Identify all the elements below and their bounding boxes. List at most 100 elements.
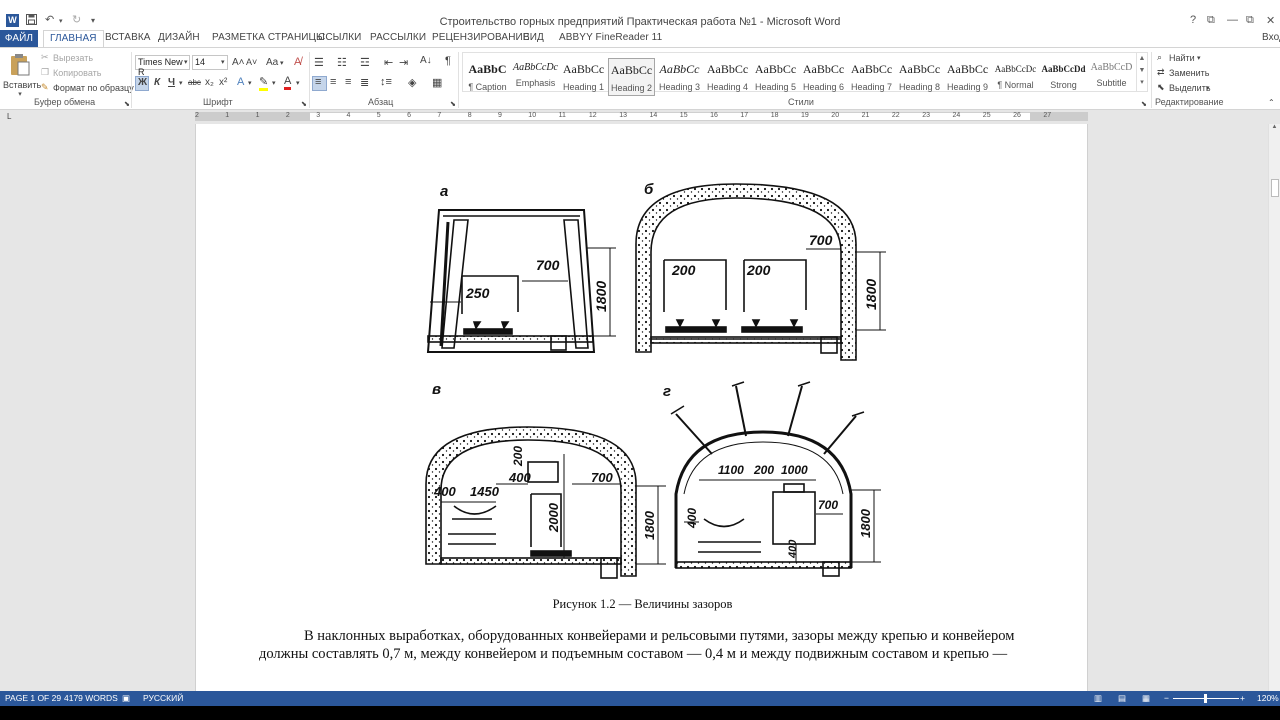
style-heading-9[interactable]: AaBbCс Heading 9	[944, 58, 991, 96]
decrease-indent-icon[interactable]: ⇤	[384, 56, 393, 69]
clipboard-launcher-icon[interactable]: ⬊	[124, 100, 130, 108]
close-button[interactable]: ✕	[1266, 14, 1275, 27]
style-heading-1[interactable]: AaBbCс Heading 1	[560, 58, 607, 96]
zoom-in-button[interactable]: +	[1240, 693, 1245, 703]
shrink-font-button[interactable]: A˅	[246, 57, 257, 67]
style-emphasis[interactable]: AaBbCcDc Emphasis	[512, 58, 559, 96]
highlight-dropdown-icon[interactable]: ▾	[272, 79, 276, 87]
font-color-dropdown-icon[interactable]: ▾	[296, 79, 300, 87]
styles-scroll[interactable]: ▲ ▼ ▾	[1136, 53, 1147, 91]
select-button[interactable]: Выделить	[1169, 83, 1211, 93]
paste-button[interactable]: Вставить ▾	[3, 51, 41, 98]
tab-page-layout[interactable]: РАЗМЕТКА СТРАНИЦЫ	[212, 32, 325, 43]
help-button[interactable]: ?	[1190, 14, 1196, 26]
strikethrough-button[interactable]: abc	[188, 78, 201, 87]
tab-references[interactable]: ССЫЛКИ	[318, 32, 361, 43]
sort-icon[interactable]: A↓	[420, 55, 432, 66]
change-case-dropdown-icon[interactable]: ▾	[280, 59, 284, 67]
superscript-button[interactable]: x²	[219, 77, 227, 88]
style-heading-3[interactable]: AaBbCс Heading 3	[656, 58, 703, 96]
align-right-icon[interactable]: ≡	[345, 76, 351, 88]
style-heading-4[interactable]: AaBbCс Heading 4	[704, 58, 751, 96]
font-family-select[interactable]: Times New R	[135, 55, 190, 77]
format-painter-icon[interactable]: ✎	[41, 82, 49, 93]
tab-design[interactable]: ДИЗАЙН	[158, 32, 200, 43]
scrollbar-thumb[interactable]	[1271, 179, 1279, 197]
style-heading-5[interactable]: AaBbCс Heading 5	[752, 58, 799, 96]
font-family-dropdown-icon[interactable]: ▾	[184, 58, 188, 66]
tab-mailings[interactable]: РАССЫЛКИ	[370, 32, 426, 43]
ribbon-display-button[interactable]: ⧉	[1207, 14, 1215, 27]
collapse-ribbon-icon[interactable]: ⌃	[1268, 98, 1275, 107]
tab-review[interactable]: РЕЦЕНЗИРОВАНИЕ	[432, 32, 530, 43]
text-effects-icon[interactable]: A	[237, 76, 244, 88]
numbering-icon[interactable]: ☷	[337, 56, 347, 69]
language[interactable]: РУССКИЙ	[143, 693, 183, 703]
style-heading-6[interactable]: AaBbCс Heading 6	[800, 58, 847, 96]
text-effects-dropdown-icon[interactable]: ▾	[248, 79, 252, 87]
clear-formatting-icon[interactable]: A̸	[294, 56, 301, 68]
document-page[interactable]: а б в г 700 250 1800 700 200 200 1800 20…	[195, 124, 1088, 691]
borders-icon[interactable]: ▦	[432, 76, 442, 89]
tab-view[interactable]: ВИД	[523, 32, 544, 43]
minimize-button[interactable]: —	[1227, 14, 1238, 26]
zoom-slider-thumb[interactable]	[1204, 694, 1207, 703]
tab-abbyy[interactable]: ABBYY FineReader 11	[559, 32, 662, 43]
find-icon[interactable]: ⌕	[1157, 52, 1162, 63]
underline-button[interactable]: Ч	[168, 77, 175, 88]
shading-icon[interactable]: ◈	[408, 76, 416, 89]
line-spacing-icon[interactable]: ↕≡	[380, 76, 392, 88]
read-mode-icon[interactable]: ▥	[1094, 693, 1102, 704]
copy-icon[interactable]: ❐	[41, 67, 49, 78]
font-size-dropdown-icon[interactable]: ▾	[221, 58, 225, 66]
increase-indent-icon[interactable]: ⇥	[399, 56, 408, 69]
style-heading-8[interactable]: AaBbCс Heading 8	[896, 58, 943, 96]
italic-button[interactable]: К	[154, 77, 160, 88]
justify-icon[interactable]: ≣	[360, 76, 369, 89]
select-dropdown-icon[interactable]: ▾	[1206, 84, 1210, 92]
maximize-button[interactable]: ⧉	[1246, 14, 1254, 27]
subscript-button[interactable]: x₂	[205, 77, 214, 88]
paste-dropdown-icon[interactable]: ▾	[3, 90, 37, 98]
select-icon[interactable]: ⬉	[1157, 82, 1165, 93]
zoom-level[interactable]: 120%	[1257, 693, 1279, 703]
change-case-button[interactable]: Aa	[266, 57, 278, 68]
vertical-scrollbar[interactable]: ▲	[1268, 124, 1280, 691]
page-count[interactable]: PAGE 1 OF 29	[5, 693, 61, 703]
tab-insert[interactable]: ВСТАВКА	[105, 32, 151, 43]
zoom-out-button[interactable]: −	[1164, 693, 1169, 703]
tab-selector[interactable]: L	[7, 112, 11, 121]
style-normal[interactable]: AaBbCcDc ¶ Normal	[992, 58, 1039, 96]
styles-launcher-icon[interactable]: ⬊	[1141, 100, 1147, 108]
style-caption[interactable]: AaBbC ¶ Caption	[464, 58, 511, 96]
cut-icon[interactable]: ✂	[41, 52, 49, 63]
proofing-icon[interactable]: ▣	[122, 693, 130, 704]
web-layout-icon[interactable]: ▦	[1142, 693, 1150, 704]
find-button[interactable]: Найти	[1169, 53, 1195, 63]
word-count[interactable]: 4179 WORDS	[64, 693, 118, 703]
font-launcher-icon[interactable]: ⬊	[301, 100, 307, 108]
replace-icon[interactable]: ⇄	[1157, 67, 1165, 78]
font-color-icon[interactable]: A	[284, 75, 292, 90]
align-center-icon[interactable]: ≡	[330, 76, 336, 88]
bullets-icon[interactable]: ☰	[314, 56, 324, 69]
grow-font-button[interactable]: A˄	[232, 57, 245, 68]
style-subtitle[interactable]: AaBbCcD Subtitle	[1088, 58, 1135, 96]
show-marks-icon[interactable]: ¶	[445, 55, 451, 67]
cut-button[interactable]: Вырезать	[53, 53, 93, 63]
multilevel-list-icon[interactable]: ☲	[360, 56, 370, 69]
scroll-up-icon[interactable]: ▲	[1269, 124, 1280, 130]
style-strong[interactable]: AaBbCcDd Strong	[1040, 58, 1087, 96]
print-layout-icon[interactable]: ▤	[1118, 693, 1126, 704]
style-heading-7[interactable]: AaBbCс Heading 7	[848, 58, 895, 96]
find-dropdown-icon[interactable]: ▾	[1197, 54, 1201, 62]
copy-button[interactable]: Копировать	[53, 68, 101, 78]
style-heading-2[interactable]: AaBbCс Heading 2	[608, 58, 655, 96]
format-painter-button[interactable]: Формат по образцу	[53, 83, 134, 93]
highlight-icon[interactable]: ✎	[259, 75, 269, 91]
tab-home[interactable]: ГЛАВНАЯ	[43, 30, 104, 48]
sign-in-link[interactable]: Вход	[1262, 32, 1280, 43]
underline-dropdown-icon[interactable]: ▾	[179, 79, 183, 87]
replace-button[interactable]: Заменить	[1169, 68, 1209, 78]
tab-file[interactable]: ФАЙЛ	[0, 30, 38, 47]
